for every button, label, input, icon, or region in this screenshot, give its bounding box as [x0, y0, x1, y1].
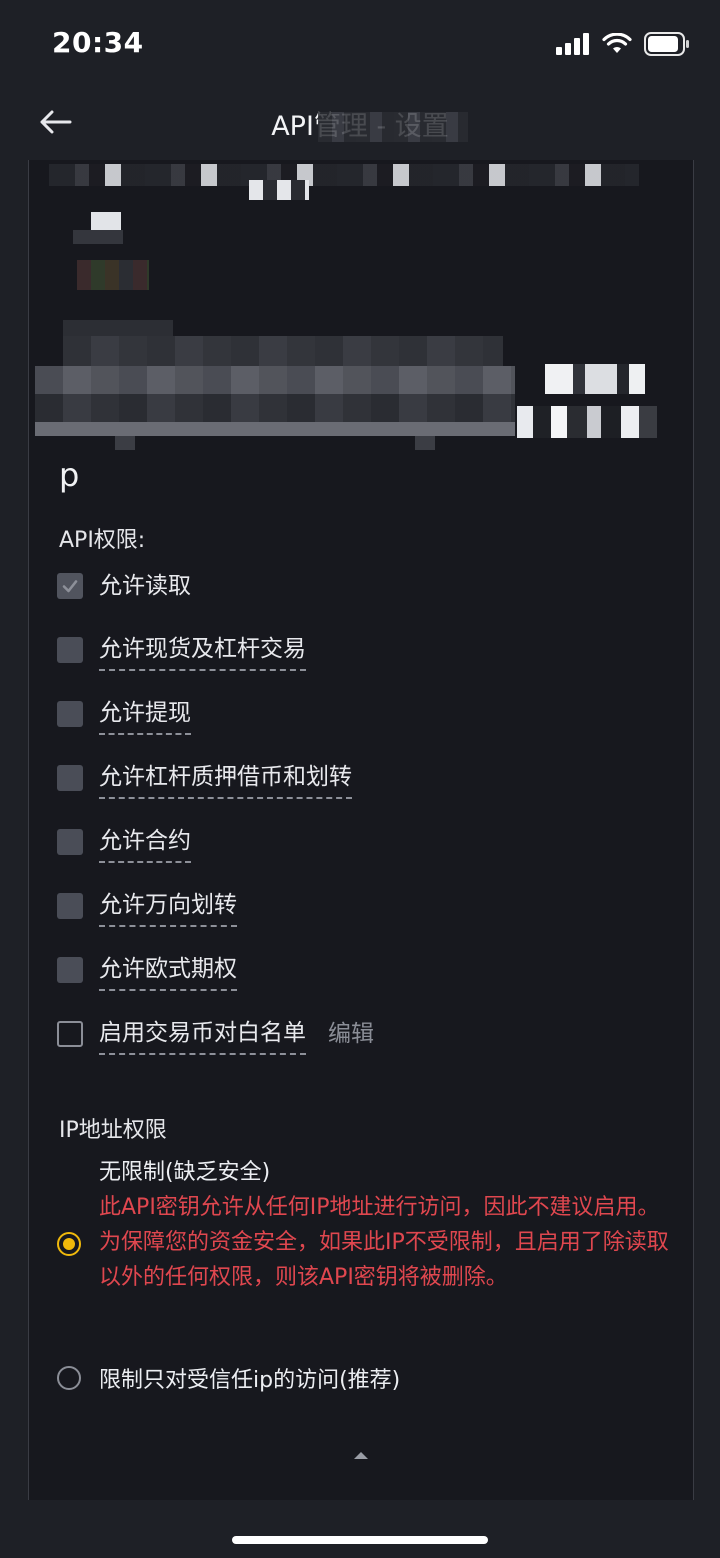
ip-permissions-label: IP地址权限	[59, 1118, 167, 1143]
ip-unrestricted-radio-row[interactable]	[57, 1232, 81, 1256]
api-key-redacted	[29, 160, 693, 460]
title-redaction	[318, 112, 468, 142]
perm-universal-transfer-label: 允许万向划转	[99, 885, 237, 927]
perm-margin-loan-transfer[interactable]: 允许杠杆质押借币和划转	[57, 757, 352, 799]
perm-futures-label: 允许合约	[99, 821, 191, 863]
read-checkbox[interactable]	[57, 573, 83, 599]
perm-withdraw-label: 允许提现	[99, 693, 191, 735]
bottom-bar	[0, 1500, 720, 1558]
ip-restricted-radio[interactable]	[57, 1366, 81, 1390]
ip-unrestricted-deletion-warning: 为保障您的资金安全，如果此IP不受限制，且启用了除读取以外的任何权限，则该API…	[99, 1230, 669, 1290]
checkmark-icon	[62, 580, 78, 593]
ip-unrestricted-warning: 此API密钥允许从任何IP地址进行访问，因此不建议启用。	[99, 1195, 660, 1220]
caret-up-icon[interactable]	[353, 1450, 369, 1460]
status-time: 20:34	[52, 26, 144, 59]
perm-european-options[interactable]: 允许欧式期权	[57, 949, 237, 991]
home-indicator	[232, 1536, 488, 1544]
ip-unrestricted-title: 无限制(缺乏安全)	[99, 1160, 271, 1185]
perm-symbol-whitelist[interactable]: 启用交易币对白名单 编辑	[57, 1013, 374, 1055]
european-options-checkbox[interactable]	[57, 957, 83, 983]
perm-spot-margin-trading[interactable]: 允许现货及杠杆交易	[57, 629, 306, 671]
ip-unrestricted-radio[interactable]	[57, 1232, 81, 1256]
perm-withdraw[interactable]: 允许提现	[57, 693, 191, 735]
ip-restricted-title[interactable]: 限制只对受信任ip的访问(推荐)	[99, 1362, 400, 1394]
api-permissions-label: API权限:	[59, 528, 146, 553]
perm-whitelist-label: 启用交易币对白名单	[99, 1013, 306, 1055]
perm-spot-margin-label: 允许现货及杠杆交易	[99, 629, 306, 671]
spot-margin-checkbox[interactable]	[57, 637, 83, 663]
api-key-suffix: p	[59, 456, 80, 494]
perm-universal-transfer[interactable]: 允许万向划转	[57, 885, 237, 927]
status-bar: 20:34	[0, 0, 720, 86]
whitelist-checkbox[interactable]	[57, 1021, 83, 1047]
perm-margin-loan-label: 允许杠杆质押借币和划转	[99, 757, 352, 799]
withdraw-checkbox[interactable]	[57, 701, 83, 727]
perm-read[interactable]: 允许读取	[57, 566, 191, 606]
wifi-icon	[602, 33, 632, 53]
perm-futures[interactable]: 允许合约	[57, 821, 191, 863]
status-icons	[556, 30, 690, 58]
battery-icon	[644, 32, 689, 56]
universal-transfer-checkbox[interactable]	[57, 893, 83, 919]
perm-european-options-label: 允许欧式期权	[99, 949, 237, 991]
ip-restricted-radio-row[interactable]	[57, 1366, 81, 1390]
margin-loan-checkbox[interactable]	[57, 765, 83, 791]
cellular-signal-icon	[556, 33, 589, 55]
ip-unrestricted-option[interactable]: 无限制(缺乏安全) 此API密钥允许从任何IP地址进行访问，因此不建议启用。 为…	[99, 1156, 679, 1295]
whitelist-edit-link[interactable]: 编辑	[328, 1014, 374, 1054]
settings-card: p API权限: 允许读取 允许现货及杠杆交易 允许提现 允许杠杆质押借币和划转…	[28, 160, 694, 1500]
perm-read-label: 允许读取	[99, 573, 191, 599]
futures-checkbox[interactable]	[57, 829, 83, 855]
